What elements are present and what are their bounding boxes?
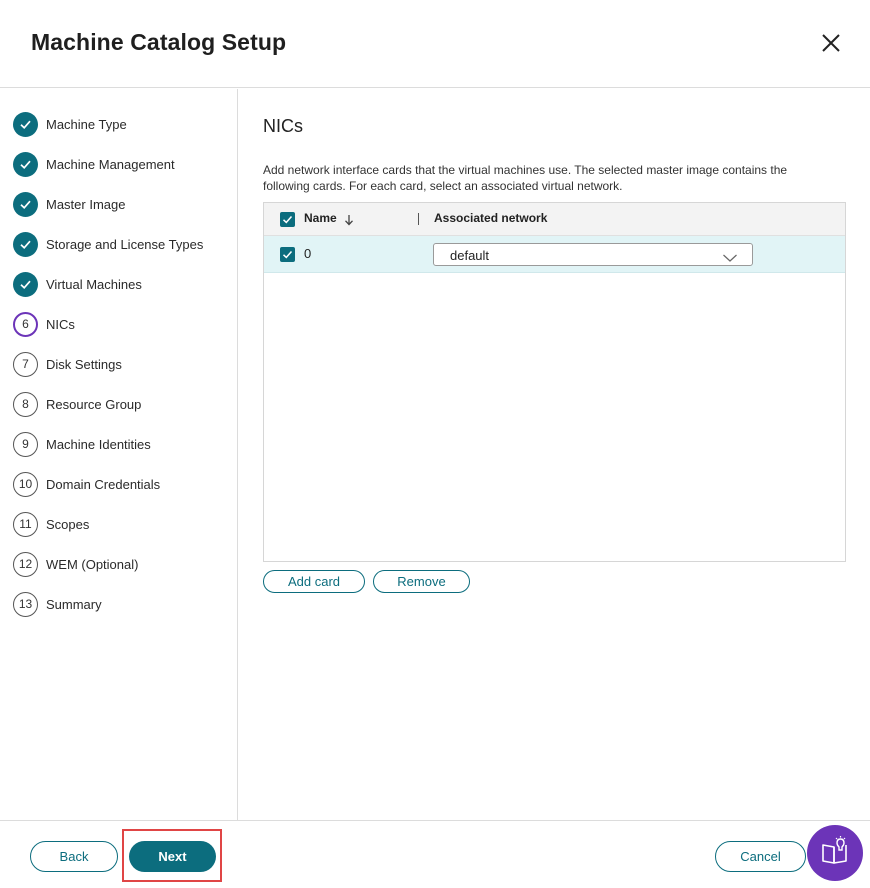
step-machine-management[interactable]: Machine Management — [13, 151, 175, 177]
column-header-associated-network[interactable]: Associated network — [434, 211, 547, 225]
column-header-name[interactable]: Name — [304, 211, 337, 225]
step-label: Machine Identities — [46, 436, 151, 452]
main-panel: NICs Add network interface cards that th… — [239, 89, 870, 820]
check-icon — [13, 271, 38, 297]
step-machine-type[interactable]: Machine Type — [13, 111, 127, 137]
step-label: Virtual Machines — [46, 276, 142, 292]
step-number: 13 — [13, 591, 38, 617]
step-label: Resource Group — [46, 396, 142, 412]
step-scopes[interactable]: 11 Scopes — [13, 511, 89, 537]
book-lightbulb-icon — [819, 835, 851, 872]
check-icon — [13, 151, 38, 177]
step-label: Machine Management — [46, 156, 175, 172]
back-button[interactable]: Back — [30, 841, 118, 872]
select-all-checkbox[interactable] — [280, 212, 295, 227]
table-row[interactable]: 0 default — [264, 236, 845, 273]
help-guide-button[interactable] — [807, 825, 863, 881]
step-label: Storage and License Types — [46, 236, 204, 252]
add-card-button[interactable]: Add card — [263, 570, 365, 593]
check-icon — [13, 231, 38, 257]
chevron-down-icon — [722, 250, 738, 268]
step-number: 6 — [13, 311, 38, 337]
cancel-button[interactable]: Cancel — [715, 841, 806, 872]
step-number: 11 — [13, 511, 38, 537]
associated-network-select[interactable]: default — [433, 243, 753, 266]
step-number: 7 — [13, 351, 38, 377]
step-number: 10 — [13, 471, 38, 497]
wizard-steps-sidebar: Machine Type Machine Management Master I… — [0, 89, 238, 820]
check-icon — [13, 111, 38, 137]
sort-down-arrow-icon[interactable] — [344, 213, 354, 231]
next-button[interactable]: Next — [129, 841, 216, 872]
step-label: Domain Credentials — [46, 476, 161, 492]
step-number: 9 — [13, 431, 38, 457]
step-nics[interactable]: 6 NICs — [13, 311, 75, 337]
page-description: Add network interface cards that the vir… — [263, 163, 788, 193]
step-master-image[interactable]: Master Image — [13, 191, 125, 217]
table-header: Name Associated network — [264, 203, 845, 236]
page-title: NICs — [263, 116, 303, 136]
row-checkbox[interactable] — [280, 247, 295, 262]
step-number: 8 — [13, 391, 38, 417]
step-label: Summary — [46, 596, 102, 612]
step-resource-group[interactable]: 8 Resource Group — [13, 391, 141, 417]
dialog-footer: Back Next Cancel — [0, 820, 870, 888]
nics-table: Name Associated network 0 default — [263, 202, 846, 562]
column-resize-handle[interactable] — [418, 213, 419, 225]
step-wem-optional[interactable]: 12 WEM (Optional) — [13, 551, 138, 577]
step-label: NICs — [46, 316, 75, 332]
step-disk-settings[interactable]: 7 Disk Settings — [13, 351, 122, 377]
step-summary[interactable]: 13 Summary — [13, 591, 102, 617]
select-value: default — [450, 248, 490, 263]
step-domain-credentials[interactable]: 10 Domain Credentials — [13, 471, 160, 497]
step-virtual-machines[interactable]: Virtual Machines — [13, 271, 142, 297]
step-storage-license-types[interactable]: Storage and License Types — [13, 231, 203, 257]
step-label: Disk Settings — [46, 356, 122, 372]
dialog-title: Machine Catalog Setup — [31, 29, 287, 55]
dialog-header: Machine Catalog Setup — [0, 0, 870, 88]
row-nic-name: 0 — [304, 246, 312, 261]
step-label: Scopes — [46, 516, 90, 532]
remove-button[interactable]: Remove — [373, 570, 470, 593]
step-label: Master Image — [46, 196, 126, 212]
close-icon[interactable] — [817, 29, 845, 57]
check-icon — [13, 191, 38, 217]
step-label: WEM (Optional) — [46, 556, 139, 572]
step-label: Machine Type — [46, 116, 127, 132]
step-machine-identities[interactable]: 9 Machine Identities — [13, 431, 151, 457]
step-number: 12 — [13, 551, 38, 577]
